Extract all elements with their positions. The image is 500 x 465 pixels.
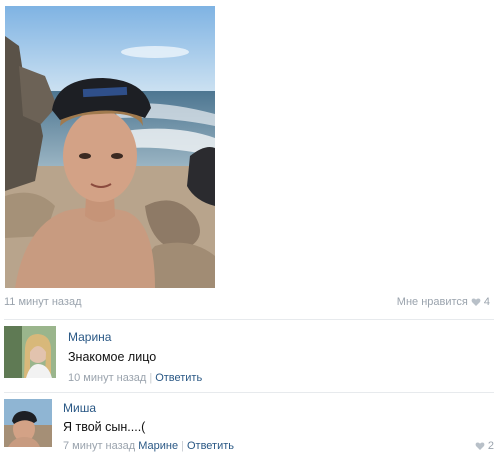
- like-count: 4: [483, 296, 490, 308]
- post-photo[interactable]: [5, 6, 215, 288]
- comment-author[interactable]: Миша: [63, 401, 96, 415]
- heart-icon: [471, 298, 481, 306]
- avatar[interactable]: [4, 326, 56, 378]
- like-count: 2: [487, 440, 494, 452]
- comment-timestamp[interactable]: 10 минут назад: [68, 372, 146, 384]
- comment-like-button[interactable]: 2: [475, 440, 494, 452]
- comment-meta: 7 минут назад Марине | Ответить: [63, 440, 234, 452]
- like-label: Мне нравится: [396, 296, 468, 308]
- separator: |: [149, 372, 153, 384]
- comment-meta: 10 минут назад | Ответить: [68, 372, 202, 384]
- divider: [4, 319, 494, 320]
- divider: [4, 392, 494, 393]
- reply-to-link[interactable]: Марине: [138, 440, 178, 452]
- reply-button[interactable]: Ответить: [187, 440, 234, 452]
- avatar[interactable]: [4, 399, 52, 447]
- post-timestamp[interactable]: 11 минут назад: [4, 296, 82, 308]
- comment-timestamp[interactable]: 7 минут назад: [63, 440, 135, 452]
- comment-author[interactable]: Марина: [68, 330, 111, 344]
- reply-button[interactable]: Ответить: [155, 372, 202, 384]
- selfie-image: [5, 6, 215, 288]
- post-meta: 11 минут назад Мне нравится 4: [4, 296, 494, 312]
- post-like-button[interactable]: Мне нравится 4: [397, 296, 490, 308]
- comment-text: Я твой сын....(: [63, 420, 146, 434]
- heart-icon: [475, 442, 485, 450]
- comment-item: Марина Знакомое лицо 10 минут назад | Отве…: [0, 322, 500, 388]
- comment-item: Миша Я твой сын....( 7 минут назад Марин…: [0, 395, 500, 461]
- comment-text: Знакомое лицо: [68, 350, 157, 364]
- separator: |: [181, 440, 184, 452]
